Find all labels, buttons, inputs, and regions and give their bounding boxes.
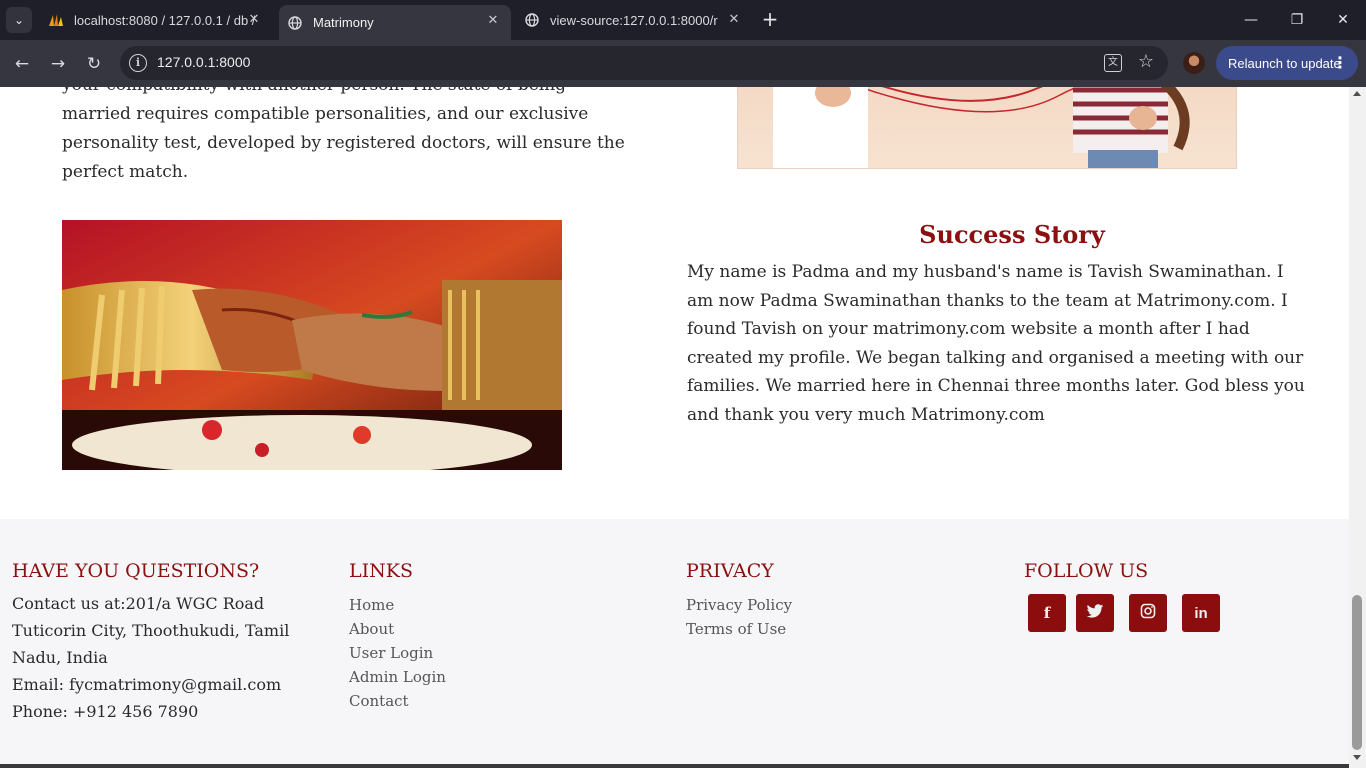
links-heading: LINKS (349, 560, 413, 582)
scroll-down-arrow-icon[interactable] (1353, 755, 1361, 760)
tab-title: Matrimony (313, 15, 374, 30)
twitter-button[interactable] (1076, 594, 1114, 632)
back-arrow-icon[interactable]: ← (8, 50, 36, 78)
relaunch-label: Relaunch to update (1228, 55, 1341, 71)
browser-toolbar: ← → ↻ i 127.0.0.1:8000 文 ☆ Relaunch to u… (0, 40, 1366, 87)
twitter-icon (1086, 603, 1104, 623)
privacy-heading: PRIVACY (686, 560, 774, 582)
success-story-title: Success Story (919, 220, 1105, 249)
tab-title: view-source:127.0.0.1:8000/rea (550, 12, 718, 28)
footer-link-admin-login[interactable]: Admin Login (349, 665, 446, 689)
privacy-links: Privacy Policy Terms of Use (686, 593, 792, 641)
instagram-button[interactable] (1129, 594, 1167, 632)
more-menu-icon[interactable]: ⋮ (1332, 53, 1348, 72)
browser-tab-bar: ⌄ localhost:8080 / 127.0.0.1 / db / ✕ Ma… (0, 0, 1366, 40)
instagram-icon (1140, 603, 1156, 623)
close-window-icon[interactable]: ✕ (1320, 0, 1366, 40)
phpmyadmin-icon (48, 12, 64, 28)
profile-avatar[interactable] (1183, 52, 1205, 74)
page-bottom-edge (0, 764, 1349, 768)
page-scrollbar[interactable] (1349, 87, 1366, 768)
footer-link-contact[interactable]: Contact (349, 689, 446, 713)
relaunch-button[interactable]: Relaunch to update ⋮ (1216, 46, 1358, 80)
scrollbar-thumb[interactable] (1352, 595, 1362, 750)
footer-link-home[interactable]: Home (349, 593, 446, 617)
footer-link-privacy-policy[interactable]: Privacy Policy (686, 593, 792, 617)
follow-heading: FOLLOW US (1024, 560, 1149, 582)
site-footer: HAVE YOU QUESTIONS? Contact us at:201/a … (0, 519, 1349, 768)
tab-matrimony[interactable]: Matrimony ✕ (279, 5, 511, 40)
page-viewport: your compatibility with another person. … (0, 87, 1349, 768)
footer-link-about[interactable]: About (349, 617, 446, 641)
globe-icon (524, 12, 540, 28)
site-info-icon[interactable]: i (129, 54, 147, 72)
forward-arrow-icon[interactable]: → (44, 50, 72, 78)
tab-title: localhost:8080 / 127.0.0.1 / db / (74, 12, 256, 28)
wedding-ceremony-image (62, 220, 562, 470)
facebook-button[interactable]: f (1028, 594, 1066, 632)
new-tab-button[interactable]: + (758, 8, 782, 32)
couple-image (737, 87, 1237, 169)
success-story-text: My name is Padma and my husband's name i… (687, 262, 1305, 425)
reload-icon[interactable]: ↻ (80, 50, 108, 78)
footer-link-terms-of-use[interactable]: Terms of Use (686, 617, 792, 641)
scroll-up-arrow-icon[interactable] (1353, 91, 1361, 96)
translate-icon[interactable]: 文 (1104, 54, 1122, 72)
contact-phone: Phone: +912 456 7890 (12, 702, 199, 721)
tab-search-menu-button[interactable]: ⌄ (6, 7, 32, 33)
intro-paragraph: your compatibility with another person. … (62, 87, 625, 182)
linkedin-button[interactable]: in (1182, 594, 1220, 632)
footer-links: Home About User Login Admin Login Contac… (349, 593, 446, 713)
close-icon[interactable]: ✕ (246, 12, 262, 28)
footer-link-user-login[interactable]: User Login (349, 641, 446, 665)
restore-icon[interactable]: ❐ (1274, 0, 1320, 40)
tab-phpmyadmin[interactable]: localhost:8080 / 127.0.0.1 / db / ✕ (40, 0, 272, 40)
globe-icon (287, 15, 303, 31)
bookmark-star-icon[interactable]: ☆ (1138, 51, 1154, 72)
linkedin-icon: in (1194, 604, 1208, 622)
contact-info: Contact us at:201/a WGC Road Tuticorin C… (12, 590, 342, 725)
address-url[interactable]: 127.0.0.1:8000 (157, 54, 250, 70)
address-bar[interactable]: i 127.0.0.1:8000 文 ☆ (120, 46, 1168, 80)
questions-heading: HAVE YOU QUESTIONS? (12, 560, 260, 582)
contact-address: Contact us at:201/a WGC Road Tuticorin C… (12, 594, 290, 667)
contact-email: Email: fycmatrimony@gmail.com (12, 675, 282, 694)
close-icon[interactable]: ✕ (485, 13, 501, 29)
minimize-icon[interactable]: — (1228, 0, 1274, 40)
facebook-icon: f (1043, 604, 1051, 622)
tab-view-source[interactable]: view-source:127.0.0.1:8000/rea ✕ (516, 0, 752, 40)
close-icon[interactable]: ✕ (726, 12, 742, 28)
